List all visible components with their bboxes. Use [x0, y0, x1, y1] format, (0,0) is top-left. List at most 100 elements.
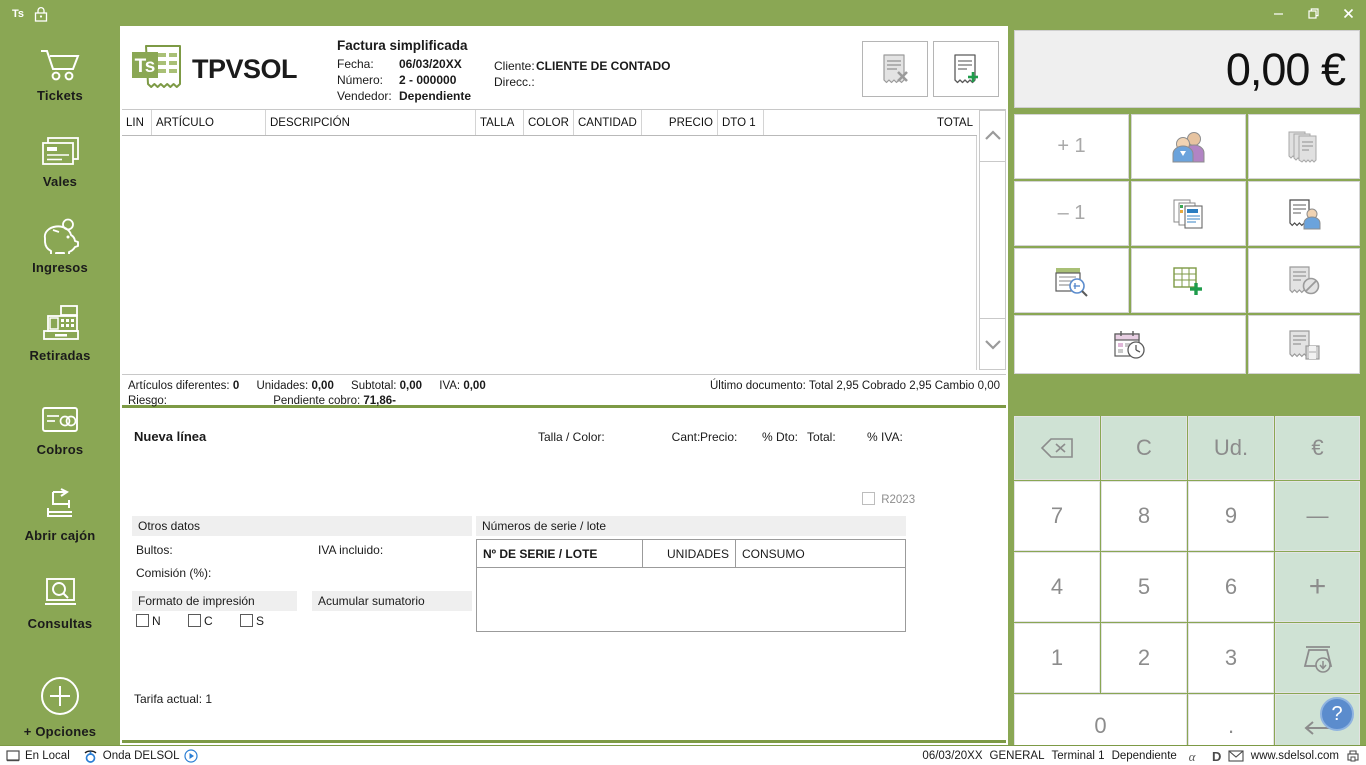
- units-key[interactable]: Ud.: [1188, 416, 1274, 480]
- total-display: 0,00 €: [1014, 30, 1360, 108]
- column-header-precio[interactable]: PRECIO: [642, 110, 718, 135]
- sidebar-item-consultas[interactable]: Consultas: [0, 566, 120, 631]
- column-header-dto1[interactable]: DTO 1: [718, 110, 764, 135]
- view-document-button[interactable]: [1014, 248, 1129, 313]
- euro-key[interactable]: €: [1275, 416, 1360, 480]
- sidebar-item-cobros[interactable]: Cobros: [0, 392, 120, 457]
- svg-text:Ts: Ts: [135, 56, 156, 77]
- onda-label[interactable]: Onda DELSOL: [103, 750, 180, 762]
- unidades-label: Unidades:: [256, 380, 309, 392]
- minus-key[interactable]: —: [1275, 481, 1360, 551]
- monitor-icon: [6, 750, 20, 762]
- column-header-descripcion[interactable]: DESCRIPCIÓN: [266, 110, 476, 135]
- grid-scroll-track[interactable]: [979, 162, 1006, 318]
- sidebar-item-label: Abrir cajón: [24, 528, 96, 543]
- grid-scrollbar[interactable]: [979, 110, 1006, 370]
- key-6[interactable]: 6: [1188, 552, 1274, 622]
- key-1[interactable]: 1: [1014, 623, 1100, 693]
- column-header-articulo[interactable]: ARTÍCULO: [152, 110, 266, 135]
- key-8[interactable]: 8: [1101, 481, 1187, 551]
- sidebar-item-tickets[interactable]: Tickets: [0, 38, 120, 103]
- delete-document-button[interactable]: [862, 41, 928, 97]
- formato-checkbox-c[interactable]: [188, 614, 201, 627]
- backspace-icon: [1040, 438, 1073, 458]
- scale-key[interactable]: [1275, 623, 1360, 693]
- serie-table-header: Nº DE SERIE / LOTE UNIDADES CONSUMO: [477, 540, 905, 568]
- status-website[interactable]: www.sdelsol.com: [1251, 750, 1339, 762]
- local-label: En Local: [25, 750, 70, 762]
- column-header-color[interactable]: COLOR: [524, 110, 574, 135]
- r2023-checkbox[interactable]: [862, 492, 875, 505]
- piggy-bank-icon: [0, 210, 120, 254]
- client-meta: Cliente: CLIENTE DE CONTADO Direcc.:: [494, 58, 824, 90]
- status-bar: En Local Onda DELSOL 06/03/20XX GENERAL …: [0, 745, 1366, 765]
- receipt-save-icon: [1289, 329, 1320, 360]
- svg-text:α: α: [1188, 749, 1196, 763]
- lines-grid: LIN ARTÍCULO DESCRIPCIÓN TALLA COLOR CAN…: [122, 110, 1006, 372]
- key-2[interactable]: 2: [1101, 623, 1187, 693]
- formato-label-c: C: [204, 614, 213, 628]
- column-header-lin[interactable]: LIN: [122, 110, 152, 135]
- new-line-panel: Nueva línea Artículo: AGUA MINERAL 34 cl…: [122, 412, 1006, 762]
- documents-button[interactable]: [1248, 114, 1360, 179]
- key-5[interactable]: 5: [1101, 552, 1187, 622]
- close-icon[interactable]: [1331, 0, 1366, 26]
- sidebar-item-ingresos[interactable]: Ingresos: [0, 210, 120, 275]
- alpha-icon: α: [1188, 749, 1196, 763]
- plus-key[interactable]: +: [1275, 552, 1360, 622]
- key-7[interactable]: 7: [1014, 481, 1100, 551]
- decrement-button[interactable]: – 1: [1014, 181, 1129, 246]
- increment-button[interactable]: + 1: [1014, 114, 1129, 179]
- client-row: Cliente: CLIENTE DE CONTADO: [494, 58, 824, 74]
- cancel-document-button[interactable]: [1248, 248, 1360, 313]
- cart-icon: [0, 38, 120, 82]
- formato-option-s[interactable]: S: [240, 614, 264, 628]
- customers-icon: [1172, 131, 1204, 162]
- formato-option-c[interactable]: C: [188, 614, 213, 628]
- r2023-checkbox-row[interactable]: R2023: [862, 492, 915, 506]
- serie-table-body[interactable]: [477, 568, 905, 631]
- line-total-label: Total:: [807, 430, 836, 444]
- column-header-cantidad[interactable]: CANTIDAD: [574, 110, 642, 135]
- formato-checkbox-s[interactable]: [240, 614, 253, 627]
- client-label: Cliente:: [494, 59, 535, 73]
- sidebar-item-opciones[interactable]: + Opciones: [0, 674, 120, 739]
- clear-key[interactable]: C: [1101, 416, 1187, 480]
- column-header-talla[interactable]: TALLA: [476, 110, 524, 135]
- column-header-total[interactable]: TOTAL: [764, 110, 977, 135]
- lines-grid-body[interactable]: [122, 136, 977, 370]
- sidebar-item-abrir-cajon[interactable]: Abrir cajón: [0, 478, 120, 543]
- key-3[interactable]: 3: [1188, 623, 1274, 693]
- assign-client-button[interactable]: [1248, 181, 1360, 246]
- new-document-button[interactable]: [933, 41, 999, 97]
- comision-label: Comisión (%):: [136, 566, 212, 580]
- articulos-diferentes-label: Artículos diferentes:: [128, 380, 230, 392]
- lock-icon[interactable]: [32, 5, 50, 23]
- new-line-button[interactable]: [1131, 248, 1246, 313]
- save-document-button[interactable]: [1248, 315, 1360, 374]
- help-button[interactable]: ?: [1320, 697, 1354, 731]
- receipt-person-icon: [1289, 198, 1321, 229]
- restore-icon[interactable]: [1296, 0, 1331, 26]
- scroll-up-button[interactable]: [979, 110, 1006, 162]
- minimize-icon[interactable]: [1261, 0, 1296, 26]
- scroll-down-button[interactable]: [979, 318, 1006, 370]
- copy-lines-button[interactable]: [1131, 181, 1246, 246]
- document-header: Ts TPVSOL Factura simplificada Fecha: 06…: [122, 28, 1006, 110]
- sidebar-item-vales[interactable]: Vales: [0, 124, 120, 189]
- key-9[interactable]: 9: [1188, 481, 1274, 551]
- backspace-key[interactable]: [1014, 416, 1100, 480]
- plus-circle-icon: [0, 674, 120, 718]
- formato-option-n[interactable]: N: [136, 614, 161, 628]
- key-4[interactable]: 4: [1014, 552, 1100, 622]
- formato-checkbox-n[interactable]: [136, 614, 149, 627]
- open-drawer-icon: [0, 478, 120, 522]
- numeros-serie-title: Números de serie / lote: [476, 516, 906, 536]
- function-key-grid: + 1 – 1: [1014, 114, 1360, 374]
- otros-datos-title: Otros datos: [132, 516, 472, 536]
- client-value[interactable]: CLIENTE DE CONTADO: [536, 58, 670, 74]
- sidebar-item-retiradas[interactable]: Retiradas: [0, 298, 120, 363]
- bultos-label: Bultos:: [136, 543, 173, 557]
- pending-button[interactable]: [1014, 315, 1246, 374]
- customers-button[interactable]: [1131, 114, 1246, 179]
